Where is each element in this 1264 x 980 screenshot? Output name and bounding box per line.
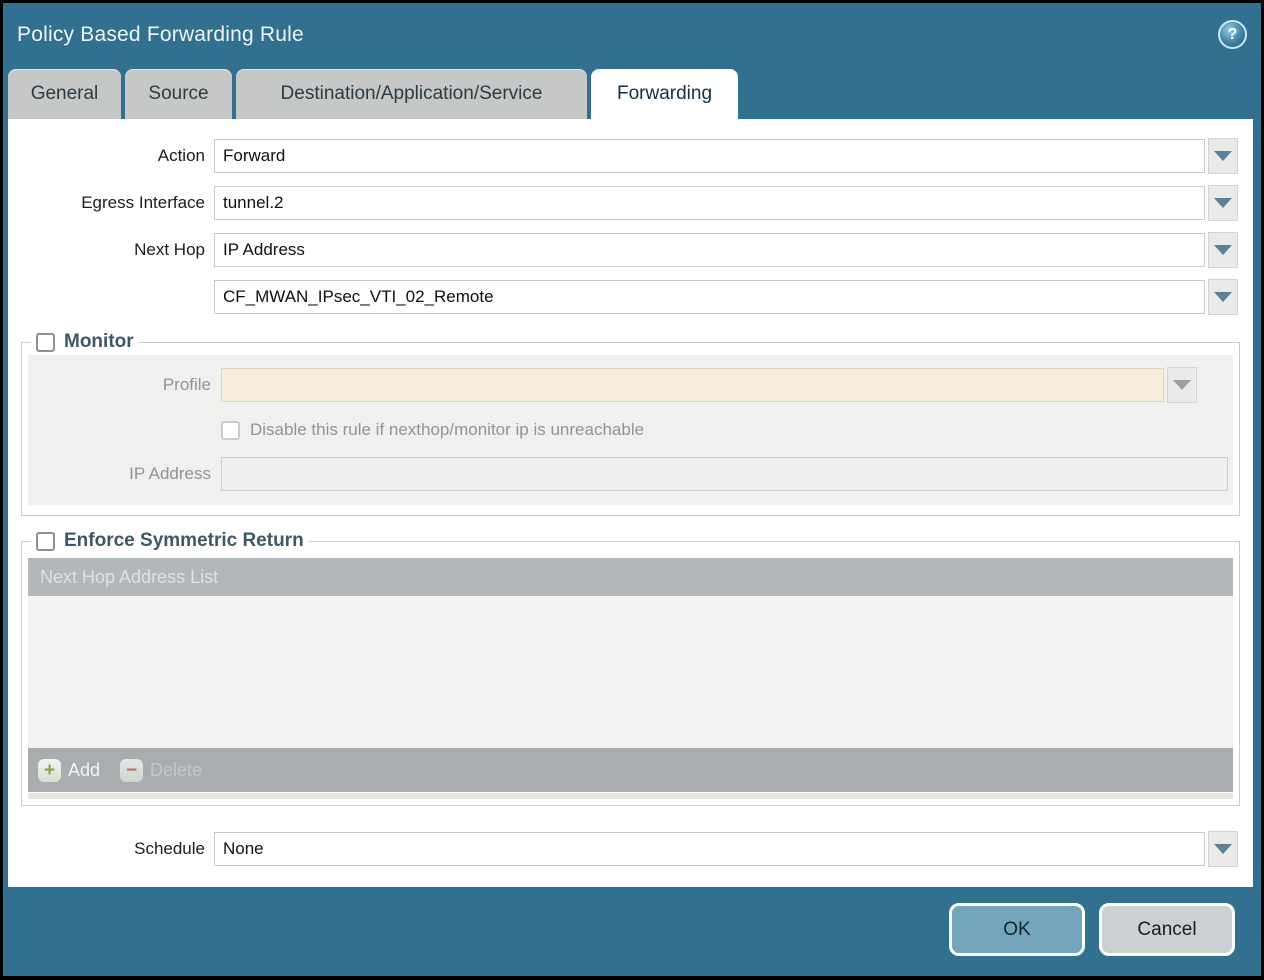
action-select[interactable]: Forward [214, 139, 1205, 173]
tab-bar: General Source Destination/Application/S… [3, 69, 1261, 119]
chevron-down-icon [1214, 151, 1232, 161]
schedule-select[interactable]: None [214, 832, 1205, 866]
egress-interface-label: Egress Interface [8, 193, 214, 213]
tab-general[interactable]: General [8, 69, 121, 119]
symmetric-return-legend-label: Enforce Symmetric Return [64, 530, 304, 552]
monitor-checkbox[interactable] [36, 333, 55, 352]
next-hop-dropdown-button[interactable] [1208, 232, 1238, 268]
chevron-down-icon [1214, 292, 1232, 302]
next-hop-address-list-table: Next Hop Address List + Add − Delete [28, 558, 1233, 799]
chevron-down-icon [1214, 198, 1232, 208]
dialog-footer: OK Cancel [3, 887, 1261, 972]
cancel-button[interactable]: Cancel [1099, 903, 1235, 956]
profile-label: Profile [28, 375, 221, 395]
next-hop-row: Next Hop IP Address [8, 232, 1253, 268]
schedule-value: None [223, 839, 264, 859]
monitor-legend: Monitor [31, 331, 139, 353]
next-hop-label: Next Hop [8, 240, 214, 260]
monitor-panel: Profile Disable this rule if nexthop/mon… [28, 355, 1233, 505]
profile-select [221, 368, 1164, 402]
symmetric-return-fieldset: Enforce Symmetric Return Next Hop Addres… [21, 530, 1240, 806]
action-value: Forward [223, 146, 285, 166]
plus-icon: + [38, 759, 61, 782]
tab-source[interactable]: Source [125, 69, 232, 119]
chevron-down-icon [1173, 380, 1191, 390]
title-bar: Policy Based Forwarding Rule ? [3, 3, 1261, 69]
tab-destination-application-service[interactable]: Destination/Application/Service [236, 69, 587, 119]
next-hop-select[interactable]: IP Address [214, 233, 1205, 267]
chevron-down-icon [1214, 245, 1232, 255]
monitor-ip-address-input [221, 457, 1228, 491]
delete-button-label: Delete [150, 760, 202, 781]
next-hop-address-select[interactable]: CF_MWAN_IPsec_VTI_02_Remote [214, 280, 1205, 314]
delete-button: − Delete [120, 759, 202, 782]
next-hop-address-dropdown-button[interactable] [1208, 279, 1238, 315]
action-label: Action [8, 146, 214, 166]
monitor-ip-address-row: IP Address [28, 457, 1233, 491]
egress-interface-dropdown-button[interactable] [1208, 185, 1238, 221]
egress-interface-row: Egress Interface tunnel.2 [8, 185, 1253, 221]
table-scrollbar-track [28, 793, 1233, 799]
next-hop-address-value: CF_MWAN_IPsec_VTI_02_Remote [223, 287, 494, 307]
monitor-fieldset: Monitor Profile [21, 331, 1240, 516]
egress-interface-value: tunnel.2 [223, 193, 284, 213]
egress-interface-select[interactable]: tunnel.2 [214, 186, 1205, 220]
schedule-row: Schedule None [8, 831, 1253, 867]
profile-row: Profile [28, 367, 1233, 403]
tab-content-forwarding: Action Forward Egress Interface tunnel.2 [8, 119, 1253, 887]
ok-button[interactable]: OK [949, 903, 1085, 956]
table-header: Next Hop Address List [28, 558, 1233, 596]
profile-dropdown-button [1167, 367, 1197, 403]
table-toolbar: + Add − Delete [28, 748, 1233, 792]
disable-rule-label: Disable this rule if nexthop/monitor ip … [250, 420, 644, 440]
next-hop-value: IP Address [223, 240, 305, 260]
table-body[interactable] [28, 596, 1233, 748]
monitor-ip-address-label: IP Address [28, 464, 221, 484]
next-hop-address-row: CF_MWAN_IPsec_VTI_02_Remote [8, 279, 1253, 315]
schedule-dropdown-button[interactable] [1208, 831, 1238, 867]
disable-rule-row: Disable this rule if nexthop/monitor ip … [28, 415, 1233, 445]
add-button-label: Add [68, 760, 100, 781]
action-dropdown-button[interactable] [1208, 138, 1238, 174]
pbf-rule-dialog: Policy Based Forwarding Rule ? General S… [3, 3, 1261, 976]
add-button[interactable]: + Add [38, 759, 100, 782]
help-icon[interactable]: ? [1218, 20, 1247, 49]
tab-forwarding[interactable]: Forwarding [591, 69, 738, 119]
symmetric-return-checkbox[interactable] [36, 532, 55, 551]
help-glyph: ? [1228, 26, 1238, 44]
action-row: Action Forward [8, 138, 1253, 174]
monitor-legend-label: Monitor [64, 331, 134, 353]
page-title: Policy Based Forwarding Rule [17, 23, 304, 47]
disable-rule-checkbox [221, 421, 240, 440]
symmetric-return-legend: Enforce Symmetric Return [31, 530, 309, 552]
chevron-down-icon [1214, 844, 1232, 854]
minus-icon: − [120, 759, 143, 782]
table-header-label: Next Hop Address List [40, 567, 218, 588]
schedule-label: Schedule [8, 839, 214, 859]
